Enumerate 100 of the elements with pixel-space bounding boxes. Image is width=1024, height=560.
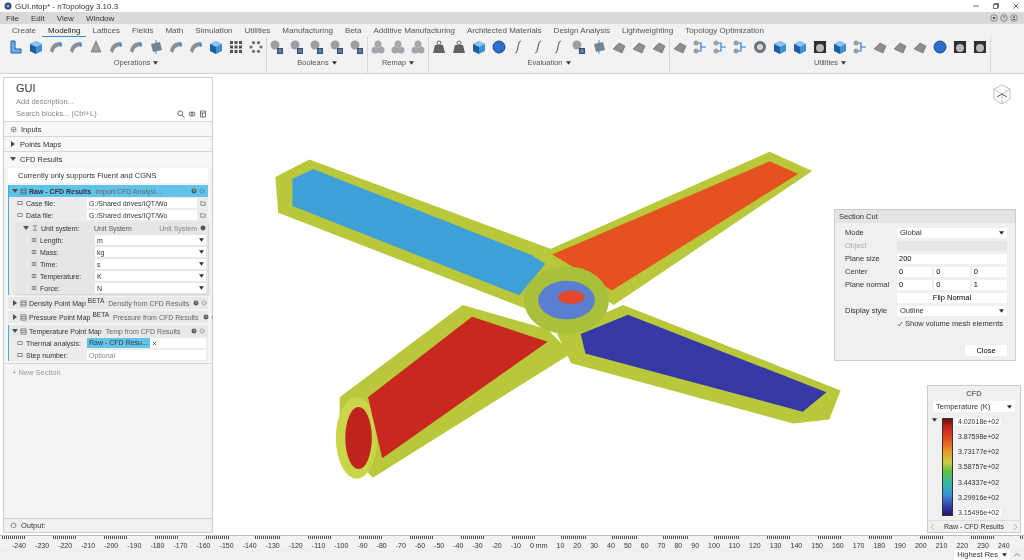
cone-icon[interactable]	[88, 39, 104, 55]
close-icon[interactable]	[1012, 2, 1020, 10]
list-icon	[31, 261, 37, 267]
collapse-arrow-icon[interactable]	[12, 328, 18, 334]
curved-panel-icon[interactable]	[168, 39, 184, 55]
view-cube-icon[interactable]	[992, 84, 1012, 106]
dark-square-icon[interactable]	[972, 39, 988, 55]
cube-icon[interactable]	[832, 39, 848, 55]
dropdown-caret-icon	[153, 60, 159, 65]
cube-icon[interactable]	[792, 39, 808, 55]
sphere-pair-icon[interactable]	[289, 39, 305, 55]
ribbon-tab[interactable]: Beta	[339, 25, 368, 36]
sphere-pair-icon[interactable]	[309, 39, 325, 55]
sphere-pair-icon[interactable]	[349, 39, 365, 55]
help-icon[interactable]	[200, 225, 206, 231]
l-shape-icon[interactable]	[8, 39, 24, 55]
cube-icon[interactable]	[471, 39, 487, 55]
list-icon	[31, 273, 37, 279]
curved-panel-icon[interactable]	[48, 39, 64, 55]
ribbon-tab[interactable]: Lattices	[86, 25, 127, 36]
expand-arrow-icon[interactable]	[12, 300, 18, 306]
ribbon-tab[interactable]: Fields	[126, 25, 160, 36]
ribbon-tab[interactable]: Math	[159, 25, 190, 36]
weight-icon[interactable]	[451, 39, 467, 55]
shaded-sphere-icon[interactable]	[491, 39, 507, 55]
weight-icon[interactable]	[431, 39, 447, 55]
remove-icon[interactable]	[151, 340, 157, 346]
ribbon-tab[interactable]: Design Analysis	[547, 25, 617, 36]
gear-icon	[10, 522, 17, 529]
grid-icon[interactable]	[228, 39, 244, 55]
plane-icon[interactable]	[148, 39, 164, 55]
dropdown-caret-icon	[331, 60, 337, 65]
dropdown-caret-icon	[1002, 552, 1007, 557]
collapse-arrow-icon[interactable]	[10, 156, 16, 162]
list-icon	[31, 249, 37, 255]
disc-icon[interactable]	[752, 39, 768, 55]
ring-icon[interactable]	[248, 39, 264, 55]
list-icon	[31, 237, 37, 243]
block-icon	[20, 313, 27, 321]
dropdown-caret-icon	[932, 418, 937, 422]
dark-square-icon[interactable]	[952, 39, 968, 55]
window-title: GUI.ntop* - nTopology 3.10.3	[15, 1, 119, 11]
collapse-arrow-icon[interactable]	[23, 225, 29, 231]
cube-icon[interactable]	[772, 39, 788, 55]
dropdown-caret-icon	[199, 250, 204, 254]
block-icon	[20, 299, 27, 307]
document-icon[interactable]	[199, 109, 207, 118]
ribbon-tab[interactable]: Simulation	[189, 25, 239, 36]
plane-icon[interactable]	[591, 39, 607, 55]
sphere-pair-icon[interactable]	[329, 39, 345, 55]
dropdown-caret-icon	[999, 230, 1004, 235]
dropdown-caret-icon	[199, 238, 204, 242]
help-icon[interactable]	[191, 188, 197, 194]
dropdown-caret-icon	[841, 60, 847, 65]
menu-item[interactable]: Edit	[30, 13, 45, 23]
branch-icon[interactable]	[692, 39, 708, 55]
curved-panel-icon[interactable]	[188, 39, 204, 55]
curved-panel-icon[interactable]	[128, 39, 144, 55]
list-icon	[31, 285, 37, 291]
help-icon[interactable]	[202, 314, 209, 320]
ribbon-tab[interactable]: Topology Optimization	[679, 25, 770, 36]
help-icon[interactable]	[193, 300, 200, 306]
cube-icon[interactable]	[28, 39, 44, 55]
search-icon[interactable]	[177, 109, 185, 118]
menu-item[interactable]: View	[56, 13, 74, 23]
sphere-pair-icon[interactable]	[571, 39, 587, 55]
dropdown-caret-icon	[1007, 404, 1012, 409]
expand-arrow-icon[interactable]	[10, 141, 16, 147]
cube-icon[interactable]	[208, 39, 224, 55]
curved-panel-icon[interactable]	[108, 39, 124, 55]
ribbon-tab[interactable]: Lightweighting	[616, 25, 680, 36]
collapse-arrow-icon[interactable]	[12, 188, 18, 194]
curved-panel-icon[interactable]	[68, 39, 84, 55]
dropdown-caret-icon	[565, 60, 571, 65]
ribbon-tab[interactable]: Create	[6, 25, 42, 36]
ribbon-tab[interactable]: Architected Materials	[460, 25, 548, 36]
link-icon[interactable]	[188, 109, 196, 118]
help-icon[interactable]	[191, 328, 197, 334]
ribbon-tab[interactable]: Additive Manufacturing	[367, 25, 461, 36]
dropdown-caret-icon	[199, 286, 204, 290]
shaded-sphere-icon[interactable]	[932, 39, 948, 55]
ribbon-tab[interactable]: Modeling	[42, 24, 87, 37]
unit-system-icon	[32, 225, 38, 231]
account-icon[interactable]	[1010, 14, 1018, 22]
dropdown-caret-icon	[409, 60, 415, 65]
sphere-pair-icon[interactable]	[269, 39, 285, 55]
branch-icon[interactable]	[712, 39, 728, 55]
dropdown-caret-icon	[199, 262, 204, 266]
menu-item[interactable]: File	[6, 13, 19, 23]
ribbon-tab[interactable]: Utilities	[238, 25, 277, 36]
restore-icon[interactable]	[992, 2, 1000, 10]
dark-square-icon[interactable]	[812, 39, 828, 55]
expand-arrow-icon[interactable]	[12, 314, 18, 320]
notebook-title[interactable]: GUI	[16, 82, 207, 94]
ribbon-tab[interactable]: Manufacturing	[276, 25, 340, 36]
record-icon[interactable]	[990, 14, 998, 22]
menu-item[interactable]: Window	[85, 13, 115, 23]
gear-icon	[10, 125, 17, 133]
branch-icon[interactable]	[732, 39, 748, 55]
block-icon	[20, 187, 27, 195]
